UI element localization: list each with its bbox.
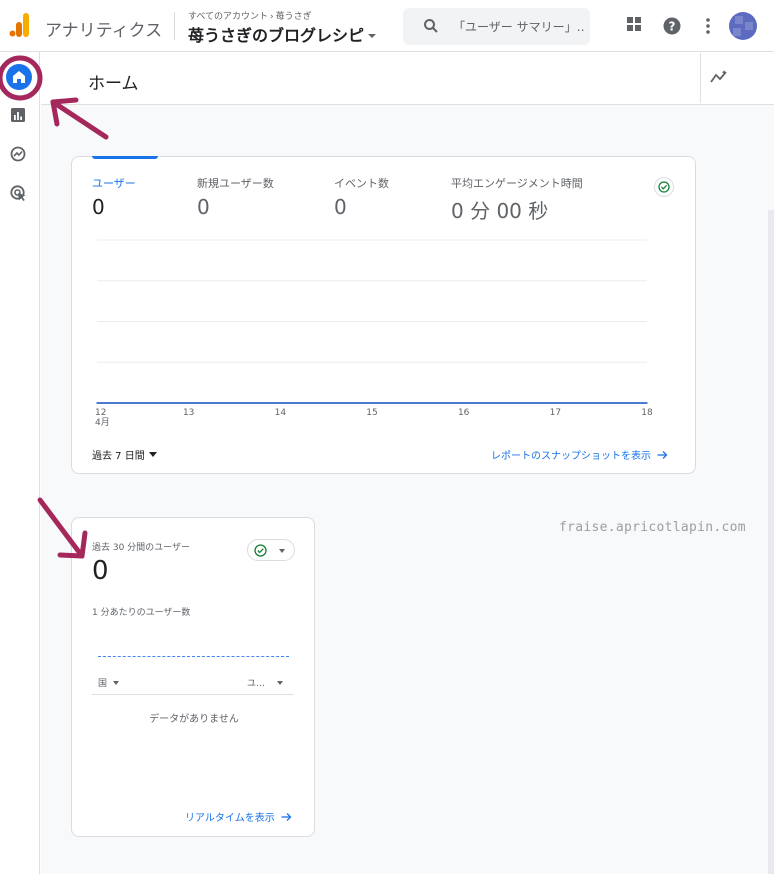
x-tick-label: 16 [458, 408, 470, 418]
sidebar-item-reports[interactable] [10, 107, 26, 127]
breadcrumb-all-accounts[interactable]: すべてのアカウント [188, 12, 268, 22]
sidebar-item-explore[interactable] [10, 146, 26, 166]
data-point [554, 402, 557, 404]
chevron-right-icon: › [270, 12, 274, 22]
sidebar-item-advertising[interactable] [10, 185, 27, 206]
view-realtime-link[interactable]: リアルタイムを表示 [185, 809, 292, 824]
ads-cursor-icon [10, 185, 26, 201]
data-point [646, 402, 648, 404]
app-name: アナリティクス [45, 21, 163, 41]
date-range-selector[interactable]: 過去 7 日間 [92, 447, 157, 462]
search-box[interactable] [403, 8, 590, 45]
users-column-header[interactable]: ユ… [247, 676, 284, 689]
per-minute-sparkline [98, 656, 289, 657]
caret-down-icon [148, 452, 157, 457]
avatar[interactable] [729, 12, 757, 40]
more-vert-icon[interactable] [705, 18, 711, 38]
search-input[interactable] [453, 16, 585, 38]
svg-text:?: ? [669, 20, 676, 34]
x-tick-label: 17 [550, 408, 561, 418]
watermark: fraise.apricotlapin.com [559, 520, 746, 535]
breadcrumb[interactable]: すべてのアカウント › 苺うさぎ [188, 9, 312, 22]
data-point [279, 402, 282, 404]
x-tick-label: 12 [95, 408, 106, 418]
search-icon [424, 19, 438, 33]
analytics-logo-icon[interactable] [9, 12, 31, 38]
realtime-title: 過去 30 分間のユーザー [92, 543, 190, 553]
caret-down-icon [113, 680, 120, 685]
check-circle-icon [254, 544, 267, 557]
caret-down-icon [277, 680, 284, 685]
view-snapshot-link[interactable]: レポートのスナップショットを表示 [491, 447, 668, 462]
x-tick-sublabel: 4月 [95, 417, 110, 428]
data-point [96, 402, 98, 404]
insights-button[interactable] [709, 69, 729, 89]
top-bar: アナリティクス すべてのアカウント›苺うさぎ 苺うさぎのブログレシピ ? [0, 0, 774, 52]
sidebar [0, 52, 40, 874]
date-range-label: 過去 7 日間 [92, 451, 145, 462]
x-tick-label: 18 [641, 408, 653, 418]
caret-down-icon [368, 34, 377, 38]
x-tick-label: 13 [183, 408, 194, 418]
header-divider [700, 53, 701, 103]
main-content: ホーム ユーザー 0 新規ユーザー数 0 イベント数 0 平均エンゲージメント時… [41, 53, 774, 874]
apps-grid-icon[interactable] [626, 16, 642, 36]
property-selector[interactable]: 苺うさぎのブログレシピ [188, 22, 377, 46]
scrollbar[interactable] [768, 210, 774, 874]
arrow-right-icon [657, 450, 668, 459]
per-minute-label: 1 分あたりのユーザー数 [92, 608, 191, 618]
help-icon[interactable]: ? [663, 17, 681, 39]
table-divider [92, 694, 294, 695]
users-line-chart: 12 13 14 15 16 17 18 4月 [95, 239, 653, 428]
realtime-value: 0 [92, 556, 109, 586]
bar-chart-icon [11, 108, 25, 122]
data-point [187, 402, 190, 404]
view-snapshot-label: レポートのスナップショットを表示 [491, 451, 651, 462]
home-icon [13, 71, 25, 83]
property-name: 苺うさぎのブログレシピ [188, 26, 365, 45]
no-data-message: データがありません [149, 714, 239, 725]
data-point [462, 402, 465, 404]
caret-down-icon [279, 549, 285, 553]
view-realtime-label: リアルタイムを表示 [185, 813, 275, 824]
x-tick-label: 15 [366, 408, 377, 418]
overview-card: ユーザー 0 新規ユーザー数 0 イベント数 0 平均エンゲージメント時間 0 … [71, 156, 696, 474]
page-title: ホーム [88, 74, 139, 94]
sidebar-item-home[interactable] [6, 64, 32, 90]
page-header: ホーム [41, 53, 774, 105]
explore-icon [10, 146, 26, 162]
breadcrumb-account[interactable]: 苺うさぎ [276, 12, 312, 22]
country-column-header[interactable]: 国 [98, 676, 120, 689]
realtime-card: 過去 30 分間のユーザー 0 1 分あたりのユーザー数 国 ユ… データがあり… [71, 517, 315, 837]
insights-icon [710, 70, 727, 83]
realtime-check-dropdown[interactable] [247, 539, 295, 561]
x-tick-label: 14 [275, 408, 287, 418]
arrow-right-icon [281, 812, 292, 821]
users-column-label: ユ… [247, 679, 266, 689]
data-point [371, 402, 373, 404]
country-column-label: 国 [98, 679, 108, 689]
topbar-divider [174, 12, 175, 40]
